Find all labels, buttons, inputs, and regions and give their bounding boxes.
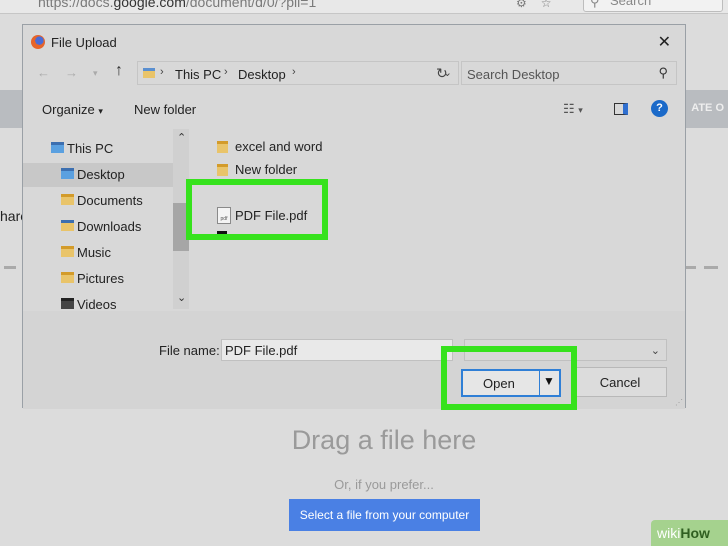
- cancel-button[interactable]: Cancel: [573, 367, 667, 397]
- breadcrumb-this-pc[interactable]: This PC: [175, 67, 221, 82]
- dialog-navigation-row: ← → ▾ ↑ › This PC › Desktop › ⌄ ↻ ⚲: [23, 61, 685, 87]
- videos-folder-icon: [61, 298, 74, 309]
- file-name-input[interactable]: [221, 339, 453, 361]
- file-item-label: New folder: [235, 162, 298, 177]
- breadcrumb-separator-icon[interactable]: ›: [292, 66, 296, 78]
- documents-folder-icon: [61, 194, 74, 205]
- browser-search-placeholder: Search: [610, 0, 652, 8]
- search-icon[interactable]: ⚲: [658, 65, 668, 81]
- settings-icon[interactable]: ⚙: [516, 0, 541, 10]
- downloads-folder-icon: [61, 220, 74, 231]
- recent-locations-chevron-icon[interactable]: ▾: [93, 68, 98, 79]
- dialog-bottom-panel: File name: ⌄ Open ▼ Cancel ⋰: [23, 311, 685, 409]
- page-divider-right-2: [704, 266, 718, 269]
- nav-item-documents[interactable]: Documents: [23, 189, 173, 213]
- back-arrow-icon[interactable]: ←: [37, 65, 50, 80]
- folder-icon: [217, 164, 228, 176]
- address-breadcrumb[interactable]: › This PC › Desktop › ⌄: [137, 61, 459, 85]
- file-upload-dialog: File Upload ✕ ← → ▾ ↑ › This PC › Deskto…: [22, 24, 686, 409]
- nav-item-videos[interactable]: Videos: [23, 293, 173, 309]
- page-divider-left: [4, 266, 16, 269]
- dialog-title-bar: File Upload ✕: [23, 25, 685, 55]
- browser-toolbar: https://docs.google.com/document/d/0/?pl…: [0, 0, 728, 14]
- nav-item-desktop[interactable]: Desktop: [23, 163, 173, 187]
- dialog-title: File Upload: [51, 35, 117, 50]
- bookmark-star-icon[interactable]: ☆: [541, 0, 566, 10]
- nav-item-downloads[interactable]: Downloads: [23, 215, 173, 239]
- folder-icon: [143, 68, 155, 78]
- organize-label: Organize: [42, 102, 95, 117]
- drag-file-heading: Drag a file here: [291, 425, 477, 455]
- prefer-text: Or, if you prefer...: [334, 477, 434, 492]
- highlight-open-button: [441, 346, 577, 410]
- organize-menu[interactable]: Organize ▾: [42, 102, 103, 117]
- file-item-label: excel and word: [235, 139, 323, 154]
- page-header-right-text: ATE O: [691, 102, 724, 114]
- chevron-down-icon: ⌄: [650, 345, 660, 357]
- music-folder-icon: [61, 246, 74, 257]
- scroll-up-icon[interactable]: ⌃: [177, 131, 186, 144]
- firefox-logo-icon: [31, 35, 45, 49]
- address-bar[interactable]: https://docs.google.com/document/d/0/?pl…: [38, 0, 316, 10]
- new-folder-button[interactable]: New folder: [134, 102, 196, 117]
- scroll-down-icon[interactable]: ⌄: [177, 291, 186, 304]
- pictures-folder-icon: [61, 272, 74, 283]
- navigation-pane: This PC Desktop Documents Downloads Musi…: [23, 129, 191, 309]
- nav-item-label: Downloads: [77, 219, 142, 234]
- nav-item-pictures[interactable]: Pictures: [23, 267, 173, 291]
- wikihow-logo: wikiHow: [651, 520, 728, 546]
- breadcrumb-desktop[interactable]: Desktop: [238, 67, 286, 82]
- forward-arrow-icon[interactable]: →: [65, 65, 78, 80]
- file-name-label: File name:: [159, 343, 220, 358]
- close-icon[interactable]: ✕: [658, 32, 671, 52]
- breadcrumb-separator-icon[interactable]: ›: [160, 66, 164, 78]
- refresh-icon[interactable]: ↻: [436, 65, 448, 82]
- resize-grip-icon[interactable]: ⋰: [675, 398, 683, 407]
- view-options-icon[interactable]: ☷ ▾: [563, 101, 583, 117]
- browser-bar-icons[interactable]: ⚙☆: [516, 0, 566, 10]
- search-icon: ⚲: [590, 0, 600, 9]
- url-suffix: /document/d/0/?pli=1: [185, 0, 317, 10]
- nav-item-label: Desktop: [77, 167, 125, 182]
- nav-item-this-pc[interactable]: This PC: [23, 137, 173, 161]
- url-domain: google.com: [113, 0, 186, 10]
- computer-icon: [51, 142, 64, 153]
- highlight-pdf-file: [186, 179, 328, 240]
- nav-item-music[interactable]: Music: [23, 241, 173, 265]
- chevron-down-icon: ▾: [98, 106, 103, 116]
- search-desktop-input[interactable]: [467, 65, 647, 83]
- browser-search-box[interactable]: ⚲ Search: [583, 0, 723, 12]
- nav-item-label: Videos: [77, 297, 117, 309]
- url-prefix: https://docs.: [38, 0, 114, 10]
- preview-pane-icon[interactable]: [614, 103, 628, 115]
- nav-item-label: Documents: [77, 193, 143, 208]
- desktop-folder-icon: [61, 168, 74, 179]
- up-arrow-icon[interactable]: ↑: [115, 62, 123, 80]
- nav-item-label: Pictures: [77, 271, 124, 286]
- breadcrumb-separator-icon[interactable]: ›: [224, 66, 228, 78]
- help-icon[interactable]: ?: [651, 100, 668, 117]
- nav-item-label: Music: [77, 245, 111, 260]
- dialog-toolbar: Organize ▾ New folder ☷ ▾ ?: [23, 95, 685, 125]
- select-file-button[interactable]: Select a file from your computer: [289, 499, 480, 531]
- nav-item-label: This PC: [67, 141, 114, 156]
- dialog-search-box[interactable]: ⚲: [461, 61, 677, 85]
- folder-icon: [217, 141, 228, 153]
